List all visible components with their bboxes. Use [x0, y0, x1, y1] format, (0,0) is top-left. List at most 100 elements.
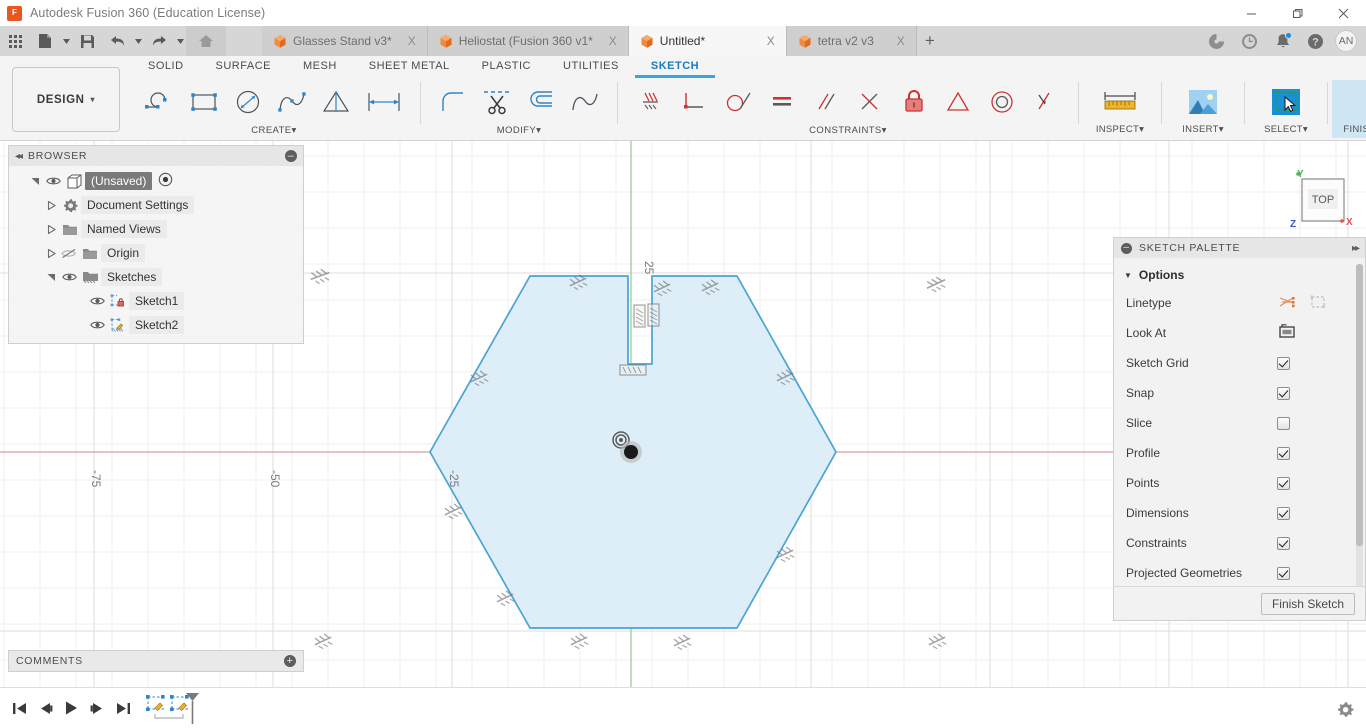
workspace-switcher-button[interactable]: DESIGN ▾: [12, 67, 120, 132]
polygon-tool[interactable]: [314, 80, 358, 124]
document-tab-close-icon[interactable]: X: [895, 34, 907, 48]
tree-node-origin[interactable]: Origin: [9, 241, 303, 265]
ribbon-tab-plastic[interactable]: PLASTIC: [466, 56, 547, 78]
palette-row-slice[interactable]: Slice: [1114, 408, 1365, 438]
expand-arrow-icon[interactable]: [43, 273, 59, 282]
profile-checkbox[interactable]: [1277, 446, 1290, 460]
document-tab-close-icon[interactable]: X: [607, 34, 619, 48]
construction-linetype-icon[interactable]: [1309, 294, 1327, 313]
sketch-dimension-tool[interactable]: [358, 80, 410, 124]
panel-constraints-label[interactable]: CONSTRAINTS▾: [628, 124, 1068, 137]
sketch-grid-checkbox[interactable]: [1277, 356, 1290, 370]
palette-row-profile[interactable]: Profile: [1114, 438, 1365, 468]
insert-button[interactable]: INSERT▾: [1166, 80, 1240, 138]
inspect-button[interactable]: INSPECT▾: [1083, 80, 1157, 138]
ribbon-tab-surface[interactable]: SURFACE: [200, 56, 287, 78]
trim-tool[interactable]: [475, 80, 519, 124]
redo-icon[interactable]: [144, 26, 174, 56]
constraints-checkbox[interactable]: [1277, 536, 1290, 550]
undo-caret-icon[interactable]: [132, 26, 144, 56]
circle-tool[interactable]: [226, 80, 270, 124]
snap-checkbox[interactable]: [1277, 386, 1290, 400]
step-back-button[interactable]: [32, 693, 58, 723]
palette-row-linetype[interactable]: Linetype: [1114, 288, 1365, 318]
tree-node-sketch2[interactable]: Sketch2: [9, 313, 303, 337]
finish-sketch-button[interactable]: FINISH SKETCH▾: [1332, 80, 1366, 138]
palette-row-look-at[interactable]: Look At: [1114, 318, 1365, 348]
ribbon-tab-solid[interactable]: SOLID: [132, 56, 200, 78]
home-button[interactable]: [186, 26, 226, 56]
add-comment-icon[interactable]: +: [284, 655, 296, 667]
help-icon[interactable]: ?: [1299, 26, 1332, 56]
avatar[interactable]: AN: [1335, 30, 1357, 52]
document-tab[interactable]: Glasses Stand v3* X: [262, 26, 428, 56]
normal-linetype-icon[interactable]: [1277, 294, 1297, 313]
palette-row-points[interactable]: Points: [1114, 468, 1365, 498]
view-cube[interactable]: TOP Y X Z: [1280, 165, 1356, 241]
expand-arrow-icon[interactable]: [43, 224, 59, 234]
select-button[interactable]: SELECT▾: [1249, 80, 1323, 138]
notifications-icon[interactable]: [1266, 26, 1299, 56]
palette-scrollbar[interactable]: [1356, 264, 1363, 586]
fillet-tool[interactable]: [431, 80, 475, 124]
palette-minimize-icon[interactable]: –: [1121, 242, 1132, 254]
activate-component-radio[interactable]: [158, 172, 173, 190]
parallel-constraint[interactable]: [804, 80, 848, 124]
new-document-caret-icon[interactable]: [60, 26, 72, 56]
save-icon[interactable]: [72, 26, 102, 56]
tree-node-named-views[interactable]: Named Views: [9, 217, 303, 241]
maximize-button[interactable]: [1274, 0, 1320, 26]
spline-tool[interactable]: [270, 80, 314, 124]
finish-sketch-palette-button[interactable]: Finish Sketch: [1260, 592, 1355, 615]
palette-row-dimensions[interactable]: Dimensions: [1114, 498, 1365, 528]
palette-row-snap[interactable]: Snap: [1114, 378, 1365, 408]
slice-checkbox[interactable]: [1277, 416, 1290, 430]
app-grid-icon[interactable]: [0, 26, 30, 56]
close-button[interactable]: [1320, 0, 1366, 26]
ribbon-tab-utilities[interactable]: UTILITIES: [547, 56, 635, 78]
data-panel-icon[interactable]: [1200, 26, 1233, 56]
equal-constraint[interactable]: [760, 80, 804, 124]
tree-node-unsaved[interactable]: (Unsaved): [9, 169, 303, 193]
palette-row-constraints[interactable]: Constraints: [1114, 528, 1365, 558]
ribbon-tab-mesh[interactable]: MESH: [287, 56, 353, 78]
visibility-eye-off-icon[interactable]: [59, 248, 79, 259]
job-status-icon[interactable]: [1233, 26, 1266, 56]
visibility-eye-icon[interactable]: [59, 272, 79, 282]
palette-expand-icon[interactable]: ▸▸: [1352, 243, 1360, 254]
expand-arrow-icon[interactable]: [43, 248, 59, 258]
go-to-end-button[interactable]: [110, 693, 136, 723]
points-checkbox[interactable]: [1277, 476, 1290, 490]
visibility-eye-icon[interactable]: [87, 320, 107, 330]
visibility-eye-icon[interactable]: [87, 296, 107, 306]
minimize-button[interactable]: [1228, 0, 1274, 26]
palette-row-projected-geometries[interactable]: Projected Geometries: [1114, 558, 1365, 586]
ribbon-tab-sheet-metal[interactable]: SHEET METAL: [353, 56, 466, 78]
offset-tool[interactable]: [519, 80, 563, 124]
panel-modify-label[interactable]: MODIFY▾: [431, 124, 607, 137]
perpendicular-constraint[interactable]: [848, 80, 892, 124]
document-tab-active[interactable]: Untitled* X: [628, 26, 787, 56]
tree-node-sketch1[interactable]: Sketch1: [9, 289, 303, 313]
lookat-icon[interactable]: [1277, 323, 1297, 343]
dimensions-checkbox[interactable]: [1277, 506, 1290, 520]
redo-caret-icon[interactable]: [174, 26, 186, 56]
go-to-beginning-button[interactable]: [6, 693, 32, 723]
expand-arrow-icon[interactable]: [27, 177, 43, 186]
document-tab[interactable]: tetra v2 v3 X: [786, 26, 917, 56]
comments-panel[interactable]: COMMENTS +: [8, 650, 304, 672]
projected-geometries-checkbox[interactable]: [1277, 566, 1290, 580]
play-button[interactable]: [58, 693, 84, 723]
fix-unfix-constraint[interactable]: [892, 80, 936, 124]
palette-row-sketch-grid[interactable]: Sketch Grid: [1114, 348, 1365, 378]
concentric-constraint[interactable]: [980, 80, 1024, 124]
document-tab-close-icon[interactable]: X: [406, 34, 418, 48]
tree-node-document-settings[interactable]: Document Settings: [9, 193, 303, 217]
timeline-settings-button[interactable]: [1332, 696, 1358, 722]
visibility-eye-icon[interactable]: [43, 176, 63, 186]
undo-icon[interactable]: [102, 26, 132, 56]
coincident-constraint[interactable]: [672, 80, 716, 124]
browser-minimize-icon[interactable]: –: [285, 150, 297, 162]
step-forward-button[interactable]: [84, 693, 110, 723]
document-tab-close-icon[interactable]: X: [765, 34, 777, 48]
